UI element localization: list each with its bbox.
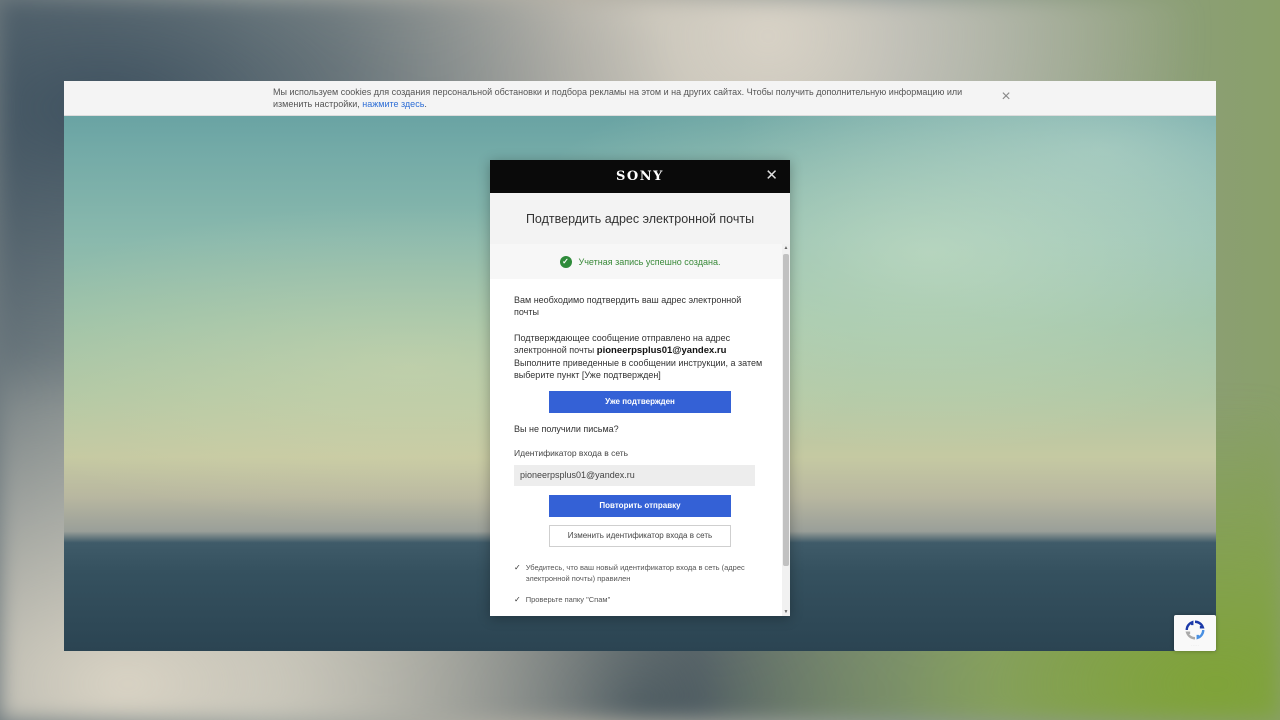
cookie-text-end: .	[424, 99, 427, 109]
verify-email-modal: SONY ✕ Подтвердить адрес электронной поч…	[490, 160, 790, 616]
check-circle-icon: ✓	[559, 255, 572, 268]
cookie-settings-link[interactable]: нажмите здесь	[362, 99, 424, 109]
sony-logo: SONY	[616, 169, 664, 184]
cookie-text-line2: изменить настройки,	[273, 99, 363, 109]
change-signin-id-button[interactable]: Изменить идентификатор входа в сеть	[549, 525, 731, 547]
modal-title: Подтвердить адрес электронной почты	[490, 193, 790, 244]
modal-content: Вам необходимо подтвердить ваш адрес эле…	[490, 279, 790, 605]
signin-id-label: Идентификатор входа в сеть	[514, 448, 629, 458]
modal-header: SONY ✕	[490, 160, 790, 193]
modal-scrollbar[interactable]: ▲ ▼	[782, 244, 790, 616]
cookie-text-line1: Мы используем cookies для создания персо…	[273, 87, 963, 97]
checkmark-icon: ✓	[514, 595, 521, 604]
scroll-up-arrow-icon[interactable]: ▲	[782, 244, 790, 252]
sent-suffix: Выполните приведенные в сообщении инстру…	[514, 358, 763, 380]
checkmark-icon: ✓	[514, 563, 521, 572]
success-message: Учетная запись успешно создана.	[578, 256, 721, 267]
not-received-text: Вы не получили письма?	[514, 424, 619, 434]
cookie-text: Мы используем cookies для создания персо…	[273, 86, 973, 110]
recaptcha-icon	[1185, 620, 1205, 640]
recaptcha-badge[interactable]: · · · · ·	[1174, 615, 1216, 651]
close-icon[interactable]: ✕	[765, 168, 778, 184]
intro-text: Вам необходимо подтвердить ваш адрес эле…	[514, 295, 742, 317]
hint-item: ✓ Убедитесь, что ваш новый идентификатор…	[514, 562, 766, 584]
recaptcha-text: · · · · ·	[1190, 643, 1200, 647]
modal-body: ✓ Учетная запись успешно создана. Вам не…	[490, 244, 790, 616]
already-confirmed-button[interactable]: Уже подтвержден	[549, 391, 731, 413]
scroll-down-arrow-icon[interactable]: ▼	[782, 608, 790, 616]
close-icon[interactable]: ×	[998, 89, 1014, 105]
sent-message: Подтверждающее сообщение отправлено на а…	[514, 332, 766, 381]
resend-button[interactable]: Повторить отправку	[549, 495, 731, 517]
signin-id-field[interactable]: pioneerpsplus01@yandex.ru	[514, 465, 755, 486]
hint-text: Проверьте папку "Спам"	[525, 595, 611, 604]
email-address: pioneerpsplus01@yandex.ru	[596, 345, 727, 356]
hint-text: Убедитесь, что ваш новый идентификатор в…	[525, 563, 745, 583]
hint-item: ✓ Проверьте папку "Спам"	[514, 594, 766, 605]
cookie-banner: Мы используем cookies для создания персо…	[64, 81, 1216, 116]
browser-viewport: Мы используем cookies для создания персо…	[64, 81, 1216, 651]
success-banner: ✓ Учетная запись успешно создана.	[490, 244, 790, 279]
scroll-thumb[interactable]	[783, 254, 789, 566]
